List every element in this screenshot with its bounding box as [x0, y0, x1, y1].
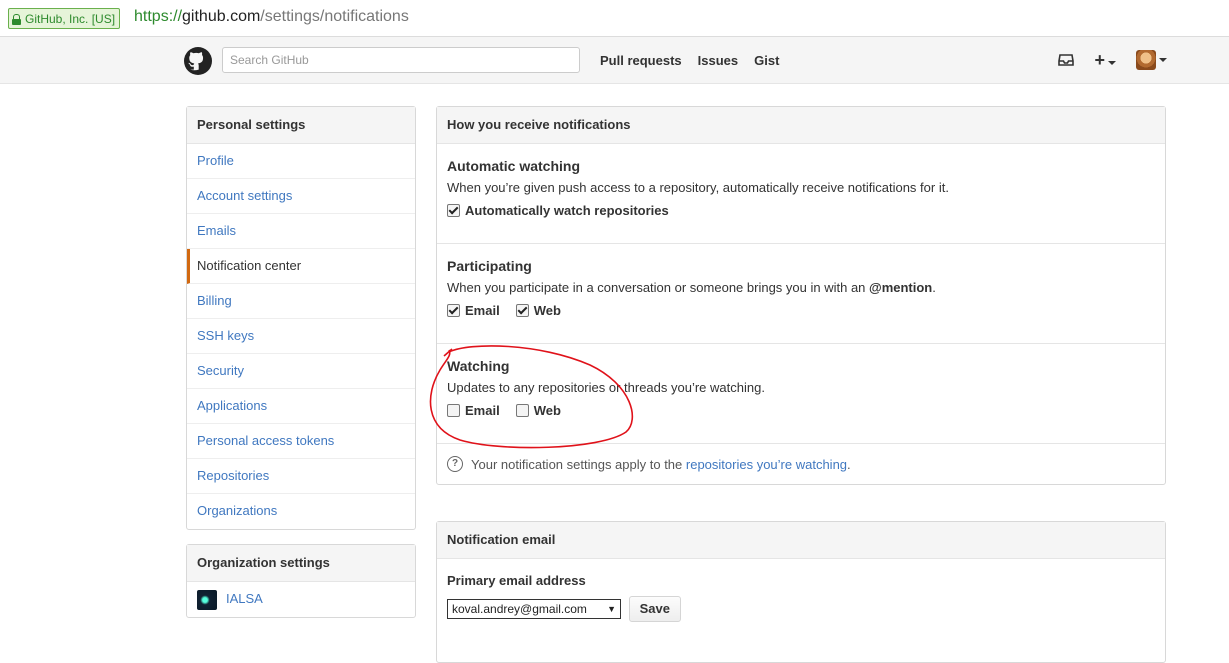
participating-email-checkbox[interactable]: Email: [447, 303, 500, 318]
section-title: Participating: [447, 258, 532, 274]
sidebar-item-personal-access-tokens[interactable]: Personal access tokens: [187, 424, 415, 459]
sidebar-item-label[interactable]: Organizations: [197, 503, 277, 518]
nav-pull-requests[interactable]: Pull requests: [600, 53, 682, 68]
watching-section: Watching Updates to any repositories or …: [437, 344, 1165, 444]
ev-label: GitHub, Inc. [US]: [25, 11, 116, 26]
checkbox-unchecked[interactable]: [447, 404, 460, 417]
ev-certificate-badge[interactable]: GitHub, Inc. [US]: [8, 8, 121, 29]
sidebar-item-label[interactable]: Repositories: [197, 468, 269, 483]
description-suffix: .: [932, 280, 936, 295]
site-header: Pull requests Issues Gist +: [0, 37, 1229, 84]
description-text: When you participate in a conversation o…: [447, 280, 870, 295]
question-icon: ?: [447, 456, 463, 472]
sidebar-item-label[interactable]: Personal access tokens: [197, 433, 334, 448]
notification-email-heading: Notification email: [437, 522, 1165, 559]
automatic-watching-section: Automatic watching When you’re given pus…: [437, 144, 1165, 244]
lock-icon: [12, 13, 21, 25]
checkbox-checked[interactable]: [515, 304, 529, 317]
save-button[interactable]: Save: [628, 596, 681, 622]
auto-watch-checkbox[interactable]: Automatically watch repositories: [447, 203, 669, 218]
checkbox-label: Web: [533, 303, 561, 318]
participating-web-checkbox[interactable]: Web: [515, 303, 561, 318]
nav-issues[interactable]: Issues: [698, 53, 738, 68]
checkbox-checked[interactable]: [447, 204, 460, 217]
repositories-watching-link[interactable]: repositories you’re watching: [686, 457, 847, 472]
checkbox-unchecked[interactable]: [515, 404, 529, 417]
sidebar-item-repositories[interactable]: Repositories: [187, 459, 415, 494]
note-suffix: .: [847, 456, 851, 472]
chevron-down-icon: [1159, 58, 1167, 62]
sidebar-item-security[interactable]: Security: [187, 354, 415, 389]
notification-email-form: Primary email address koval.andrey@gmail…: [437, 559, 1165, 634]
url-path: /settings/notifications: [260, 8, 409, 25]
browser-address-bar: GitHub, Inc. [US] https://github.com/set…: [0, 0, 1229, 37]
avatar: [1136, 50, 1156, 70]
nav-gist[interactable]: Gist: [754, 53, 779, 68]
notification-note: ? Your notification settings apply to th…: [437, 444, 1165, 484]
sidebar-item-label[interactable]: Account settings: [197, 188, 292, 203]
checkbox-label: Email: [465, 403, 500, 418]
sidebar-item-label[interactable]: SSH keys: [197, 328, 254, 343]
note-text: Your notification settings apply to the …: [471, 457, 851, 472]
watching-web-checkbox[interactable]: Web: [515, 403, 561, 418]
section-title: Watching: [447, 358, 510, 374]
checkbox-label: Email: [465, 303, 500, 318]
sidebar-item-account-settings[interactable]: Account settings: [187, 179, 415, 214]
sidebar-item-label: Notification center: [197, 258, 302, 273]
watching-email-checkbox[interactable]: Email: [447, 403, 500, 418]
inbox-icon[interactable]: [1058, 52, 1075, 68]
sidebar-item-label[interactable]: Applications: [197, 398, 267, 413]
url-scheme: https://: [134, 8, 183, 25]
note-prefix: Your notification settings apply to the: [471, 456, 686, 472]
section-description: When you’re given push access to a repos…: [447, 180, 949, 195]
section-title: Automatic watching: [447, 158, 581, 174]
checkbox-label: Automatically watch repositories: [465, 203, 669, 218]
search-input[interactable]: [222, 47, 580, 73]
checkbox-label: Web: [533, 403, 561, 418]
sidebar-item-org-ialsa[interactable]: IALSA: [187, 582, 415, 617]
header-actions: +: [1058, 50, 1167, 70]
section-description: When you participate in a conversation o…: [447, 280, 1155, 295]
section-description: Updates to any repositories or threads y…: [447, 380, 765, 395]
sidebar-item-billing[interactable]: Billing: [187, 284, 415, 319]
sidebar-item-applications[interactable]: Applications: [187, 389, 415, 424]
checkbox-checked[interactable]: [447, 304, 460, 317]
url-field[interactable]: https://github.com/settings/notification…: [134, 8, 409, 26]
chevron-down-icon: [1108, 60, 1116, 65]
sidebar-item-organizations[interactable]: Organizations: [187, 494, 415, 529]
sidebar-item-label[interactable]: Emails: [197, 223, 236, 238]
primary-email-select[interactable]: koval.andrey@gmail.com: [447, 599, 621, 619]
notifications-heading: How you receive notifications: [437, 107, 1165, 144]
mention-text: @mention: [869, 280, 933, 295]
plus-icon: +: [1094, 50, 1105, 70]
sidebar-item-label[interactable]: Profile: [197, 153, 234, 168]
notification-email-box: Notification email Primary email address…: [436, 521, 1166, 663]
sidebar-item-label[interactable]: IALSA: [226, 591, 263, 606]
primary-email-label: Primary email address: [447, 573, 586, 588]
create-new-dropdown[interactable]: +: [1094, 51, 1116, 69]
github-logo-icon[interactable]: [184, 47, 212, 75]
personal-settings-menu: Personal settings Profile Account settin…: [186, 106, 416, 530]
organization-settings-menu: Organization settings IALSA: [186, 544, 416, 618]
personal-settings-heading: Personal settings: [187, 107, 415, 144]
sidebar-item-emails[interactable]: Emails: [187, 214, 415, 249]
sidebar-item-ssh-keys[interactable]: SSH keys: [187, 319, 415, 354]
sidebar-item-profile[interactable]: Profile: [187, 144, 415, 179]
header-nav: Pull requests Issues Gist: [600, 53, 779, 68]
sidebar-item-label[interactable]: Security: [197, 363, 244, 378]
sidebar-item-notification-center[interactable]: Notification center: [187, 249, 415, 284]
organization-settings-heading: Organization settings: [187, 545, 415, 582]
org-avatar: [197, 589, 217, 610]
sidebar-item-label[interactable]: Billing: [197, 293, 232, 308]
notifications-box: How you receive notifications Automatic …: [436, 106, 1166, 485]
url-host: github.com: [182, 8, 261, 25]
user-menu-dropdown[interactable]: [1136, 50, 1167, 70]
participating-section: Participating When you participate in a …: [437, 244, 1165, 344]
